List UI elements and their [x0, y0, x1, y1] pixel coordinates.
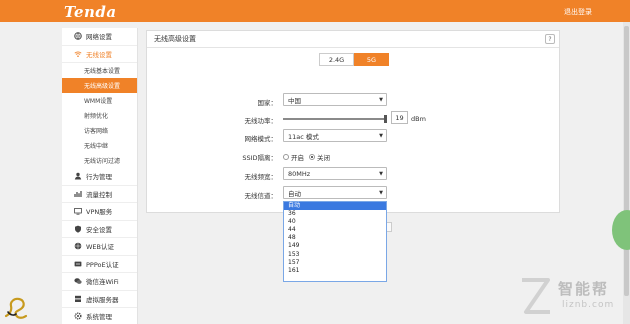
sidebar-subitem-wmm[interactable]: WMM设置 [62, 93, 137, 108]
network-mode-label: 网络模式： [244, 135, 278, 143]
power-label: 无线功率： [244, 117, 278, 125]
sidebar-item-traffic[interactable]: 流量控制 [62, 186, 137, 203]
ssid-isolation-off-radio[interactable]: 关闭 [309, 152, 330, 162]
sidebar-item-wireless[interactable]: 无线设置 [62, 46, 137, 63]
sidebar-item-label: 安全设置 [86, 225, 112, 234]
logout-link[interactable]: 退出登录 [564, 7, 592, 17]
panel-header: 无线高级设置 ? [147, 31, 559, 48]
channel-select[interactable]: 自动 ▼ [283, 186, 387, 199]
sidebar-item-label: 网络设置 [86, 33, 112, 42]
sidebar-item-behavior[interactable]: 行为管理 [62, 168, 137, 186]
channel-option[interactable]: 44 [284, 226, 386, 234]
chevron-down-icon: ▼ [379, 171, 383, 177]
wechat-icon [73, 277, 82, 286]
sidebar-item-web-auth[interactable]: WEB认证 [62, 238, 137, 256]
sidebar: 网络设置 无线设置 无线基本设置 无线高级设置 WMM设置 射频优化 访客网络 … [62, 28, 138, 324]
channel-option[interactable]: 40 [284, 218, 386, 226]
channel-option[interactable]: 157 [284, 259, 386, 267]
radio-dot [309, 154, 315, 160]
sidebar-subitem-wireless-repeater[interactable]: 无线中继 [62, 138, 137, 153]
ssid-isolation-on-radio[interactable]: 开启 [283, 152, 304, 162]
sidebar-subitem-access-filter[interactable]: 无线访问过滤 [62, 153, 137, 168]
power-slider-track[interactable] [283, 118, 387, 120]
bandwidth-label: 无线频宽： [244, 173, 278, 181]
ssid-isolation-label: SSID隔离： [242, 154, 277, 162]
watermark-brand: 智能帮 [558, 280, 610, 298]
sidebar-item-label: WEB认证 [86, 243, 114, 252]
channel-option[interactable]: 自动 [284, 202, 386, 211]
channel-option[interactable]: 161 [284, 267, 386, 275]
channel-label: 无线信道： [244, 192, 278, 200]
sidebar-item-label: PPPoE认证 [86, 260, 119, 269]
sidebar-item-label: VPN服务 [86, 208, 113, 217]
sidebar-subitem-guest-network[interactable]: 访客网络 [62, 123, 137, 138]
sidebar-subitem-rf-optimize[interactable]: 射频优化 [62, 108, 137, 123]
top-bar: Tenda 退出登录 [0, 0, 630, 22]
tab-2-4g[interactable]: 2.4G [319, 53, 354, 66]
channel-dropdown-list[interactable]: 自动 36 40 44 48 149 153 157 161 [283, 201, 387, 282]
power-unit: dBm [411, 115, 426, 123]
watermark-domain: liznb.com [562, 300, 615, 310]
channel-option[interactable]: 48 [284, 234, 386, 242]
country-value: 中国 [288, 96, 301, 105]
sidebar-item-pppoe[interactable]: PPPoE认证 [62, 256, 137, 273]
country-select[interactable]: 中国 ▼ [283, 93, 387, 106]
channel-option[interactable]: 153 [284, 251, 386, 259]
page-title: 无线高级设置 [154, 35, 196, 43]
globe-icon [73, 32, 82, 41]
tenda-logo: Tenda [64, 3, 117, 21]
chevron-down-icon: ▼ [379, 133, 383, 139]
chevron-down-icon: ▼ [379, 97, 383, 103]
z-logo-icon [522, 278, 550, 314]
band-tabs: 2.4G 5G [319, 53, 389, 66]
network-mode-select[interactable]: 11ac 模式 ▼ [283, 129, 387, 142]
sidebar-item-wechat-wifi[interactable]: 微信连WiFi [62, 273, 137, 291]
sidebar-subitem-wireless-basic[interactable]: 无线基本设置 [62, 63, 137, 78]
site-watermark: 智能帮 liznb.com [518, 272, 618, 322]
sidebar-item-label: 微信连WiFi [86, 278, 119, 287]
chevron-down-icon: ▼ [379, 190, 383, 196]
sidebar-item-vpn[interactable]: VPN服务 [62, 203, 137, 221]
sidebar-item-label: 系统管理 [86, 313, 112, 322]
sidebar-subitem-wireless-advanced[interactable]: 无线高级设置 [62, 78, 137, 93]
sidebar-item-label: 无线设置 [86, 50, 112, 59]
vpn-icon [73, 207, 82, 216]
sidebar-item-system[interactable]: 系统管理 [62, 308, 137, 324]
bandwidth-value: 80MHz [288, 169, 311, 178]
sidebar-item-label: 虚拟服务器 [86, 295, 119, 304]
country-label: 国家： [257, 99, 278, 107]
sidebar-item-virtual-server[interactable]: 虚拟服务器 [62, 291, 137, 308]
power-value-input[interactable]: 19 [391, 111, 408, 124]
help-button[interactable]: ? [545, 34, 555, 44]
wifi-icon [73, 49, 82, 58]
sidebar-item-security[interactable]: 安全设置 [62, 221, 137, 238]
sidebar-item-label: 流量控制 [86, 190, 112, 199]
dragon-logo-icon [2, 292, 32, 322]
channel-value: 自动 [288, 189, 301, 198]
pppoe-icon [73, 259, 82, 268]
bandwidth-select[interactable]: 80MHz ▼ [283, 167, 387, 180]
tab-5g[interactable]: 5G [354, 53, 389, 66]
page-scrollbar-thumb[interactable] [624, 26, 629, 296]
sidebar-item-label: 行为管理 [86, 173, 112, 182]
gear-icon [73, 312, 82, 321]
wireless-advanced-panel: 无线高级设置 ? 2.4G 5G 国家： 中国 ▼ 无线功率： 19 dBm 网… [146, 30, 560, 213]
radio-label: 开启 [291, 154, 304, 162]
server-icon [73, 294, 82, 303]
network-mode-value: 11ac 模式 [288, 132, 319, 141]
floating-widget[interactable] [612, 210, 630, 250]
channel-option[interactable]: 36 [284, 210, 386, 218]
web-icon [73, 242, 82, 251]
shield-icon [73, 224, 82, 233]
traffic-icon [73, 189, 82, 198]
channel-option[interactable]: 149 [284, 242, 386, 250]
power-slider-handle[interactable] [384, 115, 387, 123]
radio-label: 关闭 [317, 154, 330, 162]
user-icon [73, 172, 82, 181]
radio-dot [283, 154, 289, 160]
sidebar-item-network[interactable]: 网络设置 [62, 28, 137, 46]
